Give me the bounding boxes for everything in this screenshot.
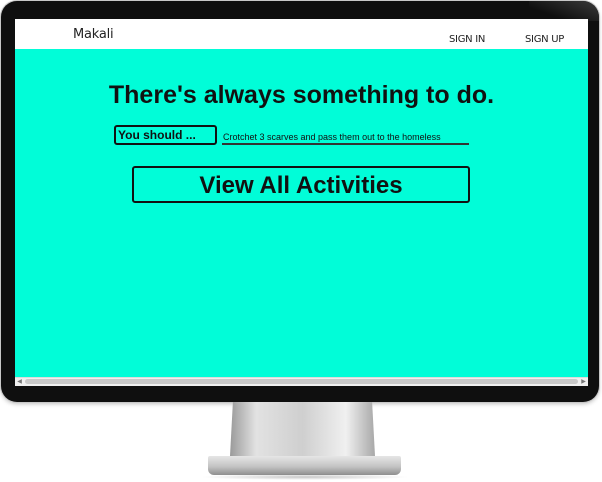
page-headline: There's always something to do. xyxy=(108,81,495,109)
scroll-right-arrow-icon[interactable]: ▶ xyxy=(580,379,587,385)
navbar: Makali SIGN IN SIGN UP xyxy=(15,19,588,49)
monitor-mockup: Makali SIGN IN SIGN UP There's always so… xyxy=(0,0,602,482)
monitor-bezel: Makali SIGN IN SIGN UP There's always so… xyxy=(1,1,599,402)
activity-suggestion-field[interactable] xyxy=(222,130,469,145)
scrollbar-thumb[interactable] xyxy=(25,379,578,384)
monitor-stand-base xyxy=(208,456,401,475)
stand-shadow xyxy=(200,474,410,480)
brand-logo[interactable]: Makali xyxy=(73,27,114,42)
sign-up-link[interactable]: SIGN UP xyxy=(525,34,564,45)
scroll-left-arrow-icon[interactable]: ◀ xyxy=(16,379,23,385)
sign-in-link[interactable]: SIGN IN xyxy=(449,34,485,45)
horizontal-scrollbar[interactable]: ◀ ▶ xyxy=(15,377,588,386)
view-all-activities-button[interactable]: View All Activities xyxy=(132,166,470,203)
you-should-button[interactable]: You should ... xyxy=(114,125,217,145)
monitor-stand-neck xyxy=(230,402,375,456)
browser-viewport: Makali SIGN IN SIGN UP There's always so… xyxy=(15,19,588,386)
bezel-glare xyxy=(529,1,599,21)
